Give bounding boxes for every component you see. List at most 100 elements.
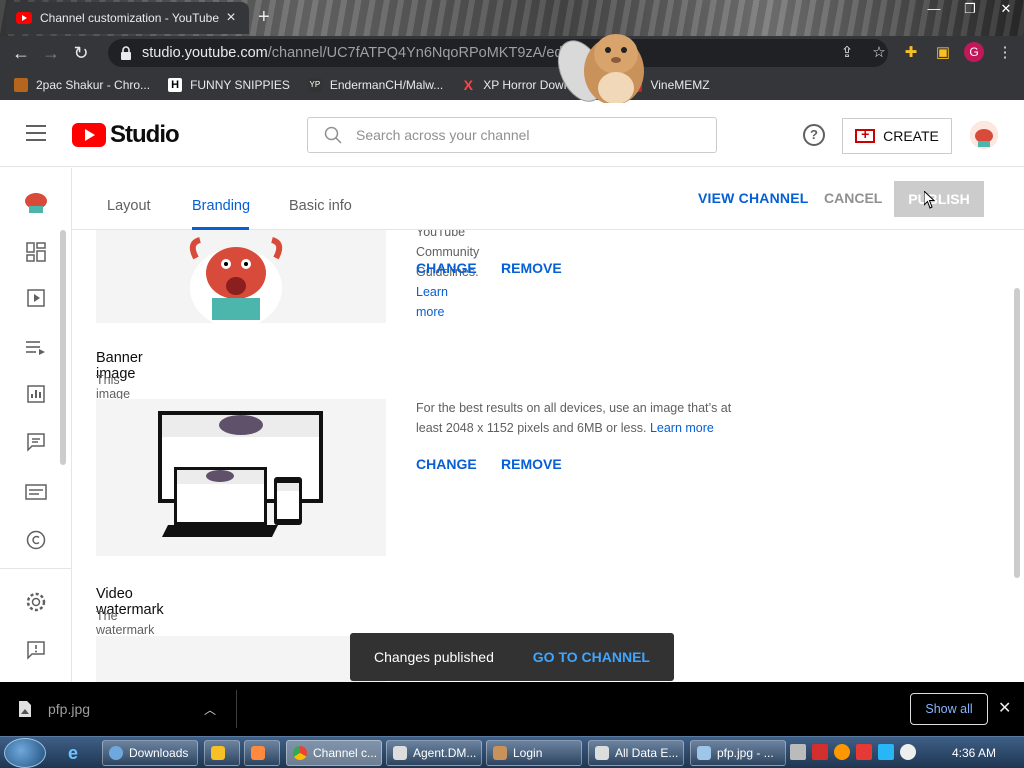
watermark-preview [96,636,386,682]
studio-header: Studio Search across your channel ? CREA… [0,103,1024,167]
help-icon[interactable]: ? [803,124,825,146]
browser-toolbar-icons: ⇪ ☆ ✚ ▣ G ⋮ [836,40,1016,64]
channel-avatar[interactable] [970,121,998,149]
bookmark-item[interactable]: 2pac Shakur - Chro... [14,78,150,92]
create-video-icon [855,126,876,143]
bookmark-favicon-icon: H [168,78,183,92]
comments-icon[interactable] [24,430,48,454]
tab-title: Channel customization - YouTube [40,11,220,25]
profile-learn-more-link[interactable]: Learn more [416,285,448,319]
browser-tab[interactable]: Channel customization - YouTube × [6,2,249,34]
hamburger-menu-icon[interactable] [26,125,46,146]
close-window-icon[interactable]: ✕ [988,0,1024,20]
url-host: studio.youtube.com [142,45,268,61]
subtitles-icon[interactable] [24,480,48,504]
youtube-favicon-icon [16,12,32,24]
go-to-channel-button[interactable]: GO TO CHANNEL [533,649,650,665]
cancel-button[interactable]: CANCEL [824,190,882,206]
banner-help-text: For the best results on all devices, use… [416,401,732,435]
tray-icon[interactable] [856,744,872,760]
dashboard-icon[interactable] [24,240,48,264]
tab-basic-info[interactable]: Basic info [289,198,352,214]
active-tab-indicator [192,227,249,230]
view-channel-button[interactable]: VIEW CHANNEL [698,190,809,206]
profile-avatar[interactable]: G [964,42,984,62]
studio-sidebar [0,168,72,682]
close-tab-icon[interactable]: × [223,9,239,27]
profile-remove-button[interactable]: REMOVE [501,260,562,276]
customization-tabs: Layout Branding Basic info VIEW CHANNEL … [72,168,1024,230]
content-icon[interactable] [24,286,48,310]
share-icon[interactable]: ⇪ [836,40,858,64]
youtube-play-icon [72,123,106,147]
playlists-icon[interactable] [24,336,48,360]
tray-icon[interactable] [812,744,828,760]
taskbar-item-pfp[interactable]: pfp.jpg - ... [690,740,786,766]
taskbar-item-alldata[interactable]: All Data E... [588,740,684,766]
reload-icon[interactable]: ↻ [66,38,96,68]
downloads-divider [236,690,237,728]
start-button[interactable] [4,738,46,768]
back-icon[interactable]: ← [6,38,36,68]
feedback-icon[interactable] [24,638,48,662]
tab-layout[interactable]: Layout [107,198,151,214]
system-tray [790,744,916,760]
browser-tab-strip: Channel customization - YouTube × + — ❐ … [0,0,1024,36]
studio-logo[interactable]: Studio [72,121,180,149]
url-path: /channel/UC7fATPQ4Yn6NqoRPoMKT9zA/editin… [267,45,590,61]
tray-icon[interactable] [834,744,850,760]
taskbar-item-media[interactable] [204,740,240,766]
taskbar-item-chrome[interactable]: Channel c... [286,740,382,766]
restore-icon[interactable]: ❐ [952,0,988,20]
minimize-icon[interactable]: — [916,0,952,20]
banner-preview [96,399,386,556]
channel-avatar-small[interactable] [22,188,50,214]
window-controls: — ❐ ✕ [916,0,1024,20]
analytics-icon[interactable] [24,382,48,406]
banner-learn-more-link[interactable]: Learn more [650,421,714,435]
tray-icon[interactable] [878,744,894,760]
main-scrollbar[interactable] [1014,288,1020,578]
taskbar-item-app[interactable] [244,740,280,766]
new-tab-icon[interactable]: + [258,6,270,29]
bookmark-favicon-icon: X [463,77,473,93]
copyright-icon[interactable] [24,528,48,552]
browser-menu-icon[interactable]: ⋮ [994,40,1016,64]
profile-change-button[interactable]: CHANGE [416,260,477,276]
extensions-icon[interactable]: ✚ [900,40,922,64]
bookmark-favicon-icon [14,78,28,92]
close-downloads-icon[interactable]: ✕ [998,698,1011,718]
search-icon [324,126,342,144]
banner-remove-button[interactable]: REMOVE [501,456,562,472]
settings-icon[interactable] [24,590,48,614]
download-item[interactable]: pfp.jpg ︿ [18,694,236,724]
bookmark-item[interactable]: H FUNNY SNIPPIES [168,78,290,92]
studio-logo-text: Studio [110,121,180,148]
download-filename: pfp.jpg [48,701,91,717]
bookmark-item[interactable]: YP EndermanCH/Malw... [307,78,443,92]
taskbar-item-downloads[interactable]: Downloads [102,740,198,766]
bookmark-star-icon[interactable]: ☆ [868,40,890,64]
snackbar: Changes published GO TO CHANNEL [350,633,674,681]
ie-icon[interactable]: e [68,743,78,764]
taskbar-item-login[interactable]: Login [486,740,582,766]
url-field[interactable]: studio.youtube.com/channel/UC7fATPQ4Yn6N… [108,39,888,67]
publish-button[interactable]: PUBLISH [894,181,984,217]
tray-icon[interactable] [790,744,806,760]
sidebar-scrollbar[interactable] [60,230,66,465]
tray-icon[interactable] [900,744,916,760]
bookmarks-bar: 2pac Shakur - Chro... H FUNNY SNIPPIES YP… [0,70,1024,100]
tab-branding[interactable]: Branding [192,198,250,214]
create-button[interactable]: CREATE [842,118,952,154]
hamster-overlay-image [557,34,644,105]
forward-icon[interactable]: → [36,38,66,68]
branding-main: YouTube Community Guidelines. Learn more… [72,168,1024,682]
banner-change-button[interactable]: CHANGE [416,456,477,472]
show-all-button[interactable]: Show all [910,693,988,725]
address-bar-row: ← → ↻ studio.youtube.com/channel/UC7fATP… [0,36,1024,70]
taskbar-clock[interactable]: 4:36 AM [952,746,996,760]
sidebar-icon[interactable]: ▣ [932,40,954,64]
taskbar-item-agent[interactable]: Agent.DM... [386,740,482,766]
search-input[interactable]: Search across your channel [307,117,717,153]
chevron-up-icon[interactable]: ︿ [204,701,216,718]
